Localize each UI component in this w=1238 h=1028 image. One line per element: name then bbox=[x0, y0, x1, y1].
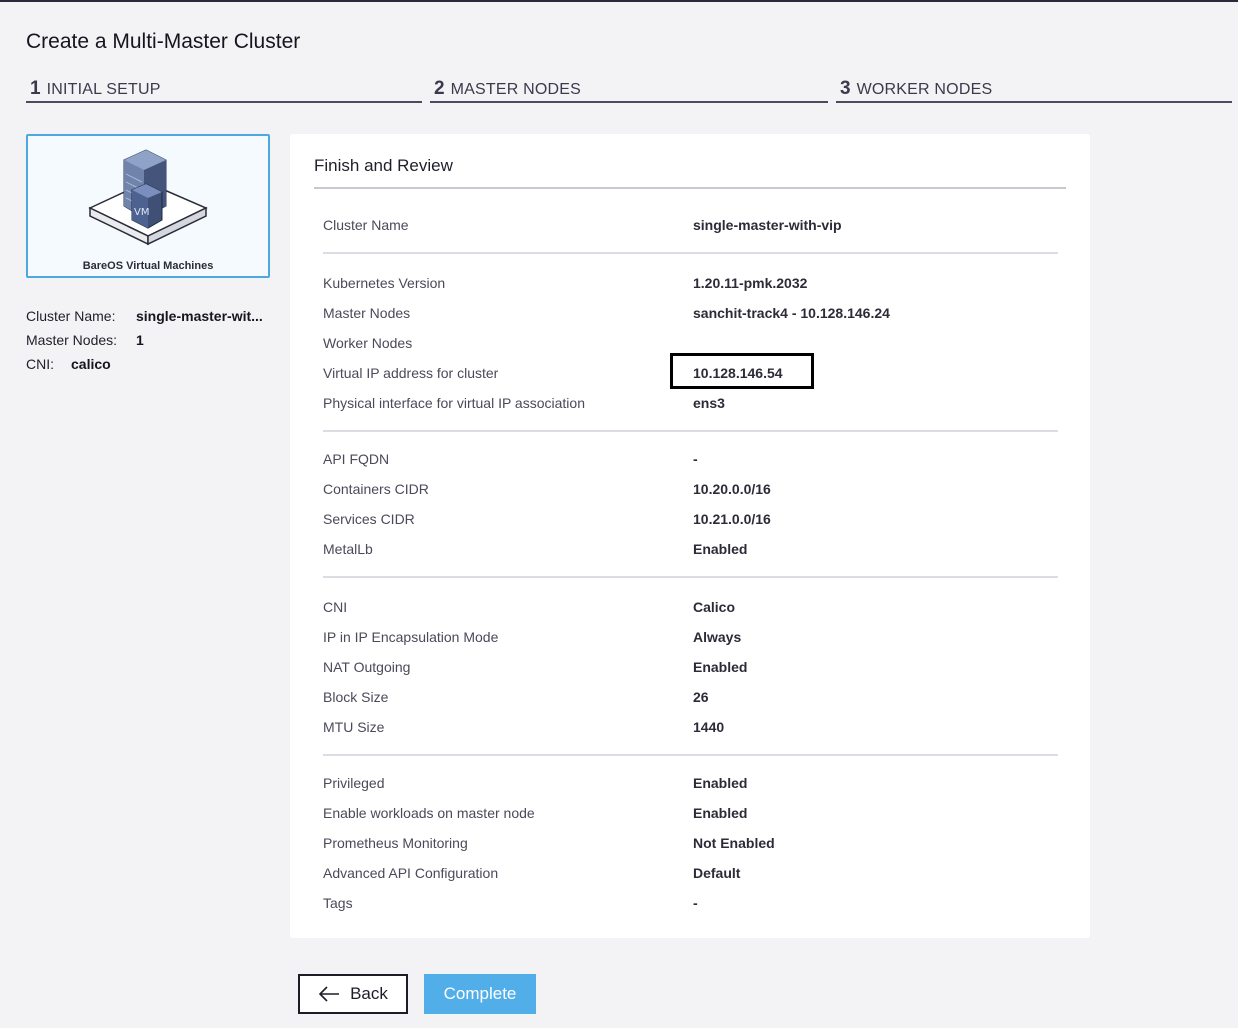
review-value: Not Enabled bbox=[693, 835, 775, 851]
section-divider bbox=[323, 430, 1058, 432]
review-key: Advanced API Configuration bbox=[323, 865, 499, 881]
review-row: NAT Outgoing Enabled bbox=[323, 652, 1058, 682]
summary-value: 1 bbox=[136, 332, 144, 348]
review-key: Physical interface for virtual IP associ… bbox=[323, 395, 585, 411]
complete-button-label: Complete bbox=[443, 984, 517, 1003]
review-row: CNI Calico bbox=[323, 592, 1058, 622]
summary-master-nodes: Master Nodes: 1 bbox=[26, 328, 266, 352]
review-value: ens3 bbox=[693, 395, 725, 411]
review-value: 10.21.0.0/16 bbox=[693, 511, 771, 527]
section-divider bbox=[323, 754, 1058, 756]
review-value: sanchit-track4 - 10.128.146.24 bbox=[693, 305, 890, 321]
review-row: Kubernetes Version 1.20.11-pmk.2032 bbox=[323, 268, 1058, 298]
review-row: Containers CIDR 10.20.0.0/16 bbox=[323, 474, 1058, 504]
platform-card-bareos-vm[interactable]: VM BareOS Virtual Machines bbox=[26, 134, 270, 278]
step-number: 1 bbox=[30, 78, 41, 99]
summary-cluster-name: Cluster Name: single-master-wit... bbox=[26, 304, 266, 328]
review-row: Enable workloads on master node Enabled bbox=[323, 798, 1058, 828]
review-key: Kubernetes Version bbox=[323, 275, 446, 291]
review-value: - bbox=[693, 451, 698, 467]
review-key: IP in IP Encapsulation Mode bbox=[323, 629, 499, 645]
step-master-nodes[interactable]: 2 MASTER NODES bbox=[430, 76, 828, 103]
step-label: WORKER NODES bbox=[856, 81, 993, 98]
review-value: - bbox=[693, 895, 698, 911]
review-row: MetalLb Enabled bbox=[323, 534, 1058, 564]
review-row: Physical interface for virtual IP associ… bbox=[323, 388, 1058, 418]
summary-key: Master Nodes: bbox=[26, 332, 118, 348]
back-button[interactable]: Back bbox=[298, 974, 408, 1014]
review-value: Enabled bbox=[693, 541, 748, 557]
virtual-ip-highlight-box bbox=[670, 353, 814, 389]
review-row: Prometheus Monitoring Not Enabled bbox=[323, 828, 1058, 858]
arrow-left-icon bbox=[318, 986, 340, 1002]
cluster-summary: Cluster Name: single-master-wit... Maste… bbox=[26, 304, 266, 376]
review-key: MTU Size bbox=[323, 719, 385, 735]
step-initial-setup[interactable]: 1 INITIAL SETUP bbox=[26, 76, 422, 103]
review-key: Block Size bbox=[323, 689, 389, 705]
review-row: Advanced API Configuration Default bbox=[323, 858, 1058, 888]
review-key: Containers CIDR bbox=[323, 481, 429, 497]
summary-key: Cluster Name: bbox=[26, 308, 116, 324]
review-row: Privileged Enabled bbox=[323, 768, 1058, 798]
review-row: Tags - bbox=[323, 888, 1058, 918]
summary-value: single-master-wit... bbox=[136, 308, 263, 324]
review-value: 1440 bbox=[693, 719, 725, 735]
review-key: Services CIDR bbox=[323, 511, 415, 527]
review-key: API FQDN bbox=[323, 451, 390, 467]
review-value: Always bbox=[693, 629, 742, 645]
review-value: Calico bbox=[693, 599, 736, 615]
review-key: Tags bbox=[323, 895, 353, 911]
server-vm-illustration: VM bbox=[88, 149, 208, 246]
card-label: BareOS Virtual Machines bbox=[82, 260, 214, 272]
review-value: 1.20.11-pmk.2032 bbox=[693, 275, 808, 291]
review-row: IP in IP Encapsulation Mode Always bbox=[323, 622, 1058, 652]
step-number: 3 bbox=[840, 78, 851, 99]
review-value: Default bbox=[693, 865, 741, 881]
review-key: Privileged bbox=[323, 775, 385, 791]
review-value: 26 bbox=[693, 689, 709, 705]
page-title: Create a Multi-Master Cluster bbox=[26, 30, 301, 53]
step-label: MASTER NODES bbox=[450, 81, 581, 98]
review-value: Enabled bbox=[693, 659, 748, 675]
review-row: Block Size 26 bbox=[323, 682, 1058, 712]
summary-cni: CNI: calico bbox=[26, 352, 266, 376]
section-divider bbox=[323, 576, 1058, 578]
title-divider bbox=[314, 187, 1066, 189]
review-key: Worker Nodes bbox=[323, 335, 413, 351]
back-button-label: Back bbox=[350, 984, 388, 1003]
review-key: NAT Outgoing bbox=[323, 659, 411, 675]
review-value: Enabled bbox=[693, 805, 748, 821]
review-key: Prometheus Monitoring bbox=[323, 835, 468, 851]
complete-button[interactable]: Complete bbox=[424, 974, 536, 1014]
review-key: Master Nodes bbox=[323, 305, 411, 321]
step-worker-nodes[interactable]: 3 WORKER NODES bbox=[836, 76, 1232, 103]
top-border bbox=[0, 0, 1238, 2]
review-row: Cluster Name single-master-with-vip bbox=[323, 210, 1058, 240]
step-label: INITIAL SETUP bbox=[46, 81, 161, 98]
wizard-steps: 1 INITIAL SETUP 2 MASTER NODES 3 WORKER … bbox=[26, 76, 1232, 103]
vm-badge: VM bbox=[134, 207, 149, 218]
section-divider bbox=[323, 252, 1058, 254]
review-key: Cluster Name bbox=[323, 217, 409, 233]
step-number: 2 bbox=[434, 78, 445, 99]
review-key: CNI bbox=[323, 599, 348, 615]
summary-key: CNI: bbox=[26, 356, 54, 372]
review-key: Virtual IP address for cluster bbox=[323, 365, 499, 381]
review-value: single-master-with-vip bbox=[693, 217, 842, 233]
review-row: MTU Size 1440 bbox=[323, 712, 1058, 742]
summary-value: calico bbox=[71, 356, 111, 372]
review-row: Master Nodes sanchit-track4 - 10.128.146… bbox=[323, 298, 1058, 328]
review-value: 10.20.0.0/16 bbox=[693, 481, 771, 497]
review-value: Enabled bbox=[693, 775, 748, 791]
review-key: MetalLb bbox=[323, 541, 373, 557]
review-title: Finish and Review bbox=[314, 156, 453, 175]
review-key: Enable workloads on master node bbox=[323, 805, 535, 821]
review-panel: Finish and Review Cluster Name single-ma… bbox=[290, 134, 1090, 938]
review-row: API FQDN - bbox=[323, 444, 1058, 474]
review-row: Services CIDR 10.21.0.0/16 bbox=[323, 504, 1058, 534]
